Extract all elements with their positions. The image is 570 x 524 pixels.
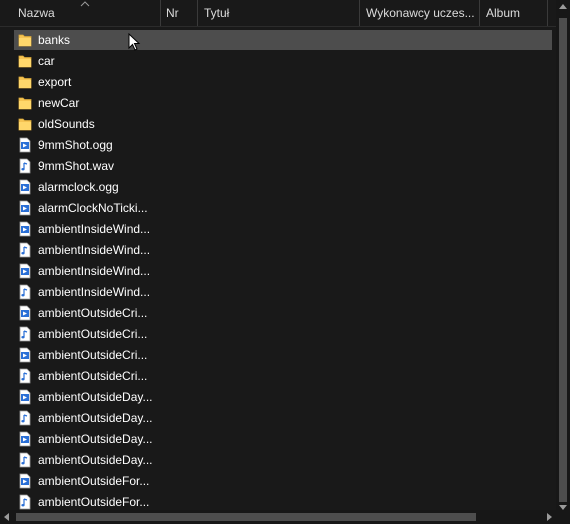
- item-name: newCar: [38, 96, 80, 110]
- file-list-item[interactable]: ambientInsideWind...: [14, 240, 552, 260]
- item-name: oldSounds: [38, 117, 95, 131]
- horizontal-scrollbar[interactable]: [0, 510, 556, 524]
- sort-ascending-icon: [80, 1, 90, 7]
- audio-file-icon: [18, 494, 32, 510]
- folder-icon: [18, 95, 32, 111]
- item-name: ambientOutsideDay...: [38, 432, 153, 446]
- column-title-label: Tytuł: [204, 6, 230, 20]
- folder-list-item[interactable]: newCar: [14, 93, 552, 113]
- item-name: ambientOutsideFor...: [38, 495, 150, 509]
- file-list-item[interactable]: ambientOutsideDay...: [14, 408, 552, 428]
- item-name: car: [38, 54, 55, 68]
- file-list[interactable]: banks car export newCar oldSounds 9mmShot.ogg…: [0, 30, 552, 510]
- item-name: ambientOutsideCri...: [38, 369, 148, 383]
- column-album-label: Album: [486, 6, 521, 20]
- file-list-item[interactable]: ambientOutsideCri...: [14, 345, 552, 365]
- vertical-scrollbar[interactable]: [556, 0, 570, 510]
- file-list-item[interactable]: alarmClockNoTicki...: [14, 198, 552, 218]
- file-list-item[interactable]: ambientInsideWind...: [14, 261, 552, 281]
- item-name: ambientOutsideCri...: [38, 306, 148, 320]
- file-list-item[interactable]: alarmclock.ogg: [14, 177, 552, 197]
- scrollbar-corner: [556, 510, 570, 524]
- audio-file-icon: [18, 452, 32, 468]
- media-file-icon: [18, 137, 32, 153]
- item-name: ambientOutsideDay...: [38, 411, 153, 425]
- file-list-item[interactable]: ambientOutsideCri...: [14, 324, 552, 344]
- column-name-label: Nazwa: [18, 6, 55, 20]
- media-file-icon: [18, 473, 32, 489]
- media-file-icon: [18, 263, 32, 279]
- file-list-item[interactable]: 9mmShot.wav: [14, 156, 552, 176]
- item-name: banks: [38, 33, 71, 47]
- item-name: ambientOutsideDay...: [38, 390, 153, 404]
- media-file-icon: [18, 347, 32, 363]
- column-title[interactable]: Tytuł: [198, 0, 360, 26]
- item-name: ambientOutsideCri...: [38, 348, 148, 362]
- item-name: ambientInsideWind...: [38, 243, 151, 257]
- folder-list-item[interactable]: oldSounds: [14, 114, 552, 134]
- folder-icon: [18, 116, 32, 132]
- scroll-up-icon[interactable]: [559, 4, 567, 9]
- audio-file-icon: [18, 326, 32, 342]
- mouse-cursor-icon: [128, 33, 141, 51]
- item-name: export: [38, 75, 72, 89]
- file-list-item[interactable]: ambientInsideWind...: [14, 282, 552, 302]
- item-name: alarmClockNoTicki...: [38, 201, 148, 215]
- column-artists[interactable]: Wykonawcy uczes...: [360, 0, 480, 26]
- item-name: ambientInsideWind...: [38, 264, 151, 278]
- audio-file-icon: [18, 410, 32, 426]
- scroll-right-icon[interactable]: [547, 513, 552, 521]
- vertical-scroll-thumb[interactable]: [559, 18, 567, 502]
- folder-list-item[interactable]: banks: [14, 30, 552, 50]
- file-list-item[interactable]: 9mmShot.ogg: [14, 135, 552, 155]
- item-name: ambientOutsideDay...: [38, 453, 153, 467]
- item-name: ambientInsideWind...: [38, 222, 151, 236]
- folder-icon: [18, 32, 32, 48]
- file-list-item[interactable]: ambientInsideWind...: [14, 219, 552, 239]
- item-name: ambientInsideWind...: [38, 285, 151, 299]
- scroll-left-icon[interactable]: [4, 513, 9, 521]
- item-name: 9mmShot.ogg: [38, 138, 113, 152]
- media-file-icon: [18, 431, 32, 447]
- file-list-item[interactable]: ambientOutsideFor...: [14, 492, 552, 510]
- folder-list-item[interactable]: car: [14, 51, 552, 71]
- file-list-item[interactable]: ambientOutsideCri...: [14, 303, 552, 323]
- file-list-item[interactable]: ambientOutsideDay...: [14, 450, 552, 470]
- column-nr-label: Nr: [166, 6, 179, 20]
- media-file-icon: [18, 305, 32, 321]
- audio-file-icon: [18, 242, 32, 258]
- column-nr[interactable]: Nr: [160, 0, 198, 26]
- folder-list-item[interactable]: export: [14, 72, 552, 92]
- media-file-icon: [18, 389, 32, 405]
- item-name: ambientOutsideCri...: [38, 327, 148, 341]
- audio-file-icon: [18, 158, 32, 174]
- item-name: alarmclock.ogg: [38, 180, 119, 194]
- audio-file-icon: [18, 284, 32, 300]
- horizontal-scroll-thumb[interactable]: [16, 513, 476, 521]
- media-file-icon: [18, 179, 32, 195]
- item-name: 9mmShot.wav: [38, 159, 115, 173]
- file-list-item[interactable]: ambientOutsideDay...: [14, 387, 552, 407]
- folder-icon: [18, 53, 32, 69]
- media-file-icon: [18, 200, 32, 216]
- item-name: ambientOutsideFor...: [38, 474, 150, 488]
- column-artists-label: Wykonawcy uczes...: [366, 6, 475, 20]
- media-file-icon: [18, 221, 32, 237]
- folder-icon: [18, 74, 32, 90]
- file-list-item[interactable]: ambientOutsideDay...: [14, 429, 552, 449]
- file-list-item[interactable]: ambientOutsideCri...: [14, 366, 552, 386]
- audio-file-icon: [18, 368, 32, 384]
- column-album[interactable]: Album: [480, 0, 548, 26]
- file-list-item[interactable]: ambientOutsideFor...: [14, 471, 552, 491]
- column-header: Nazwa Nr Tytuł Wykonawcy uczes... Album: [0, 0, 556, 27]
